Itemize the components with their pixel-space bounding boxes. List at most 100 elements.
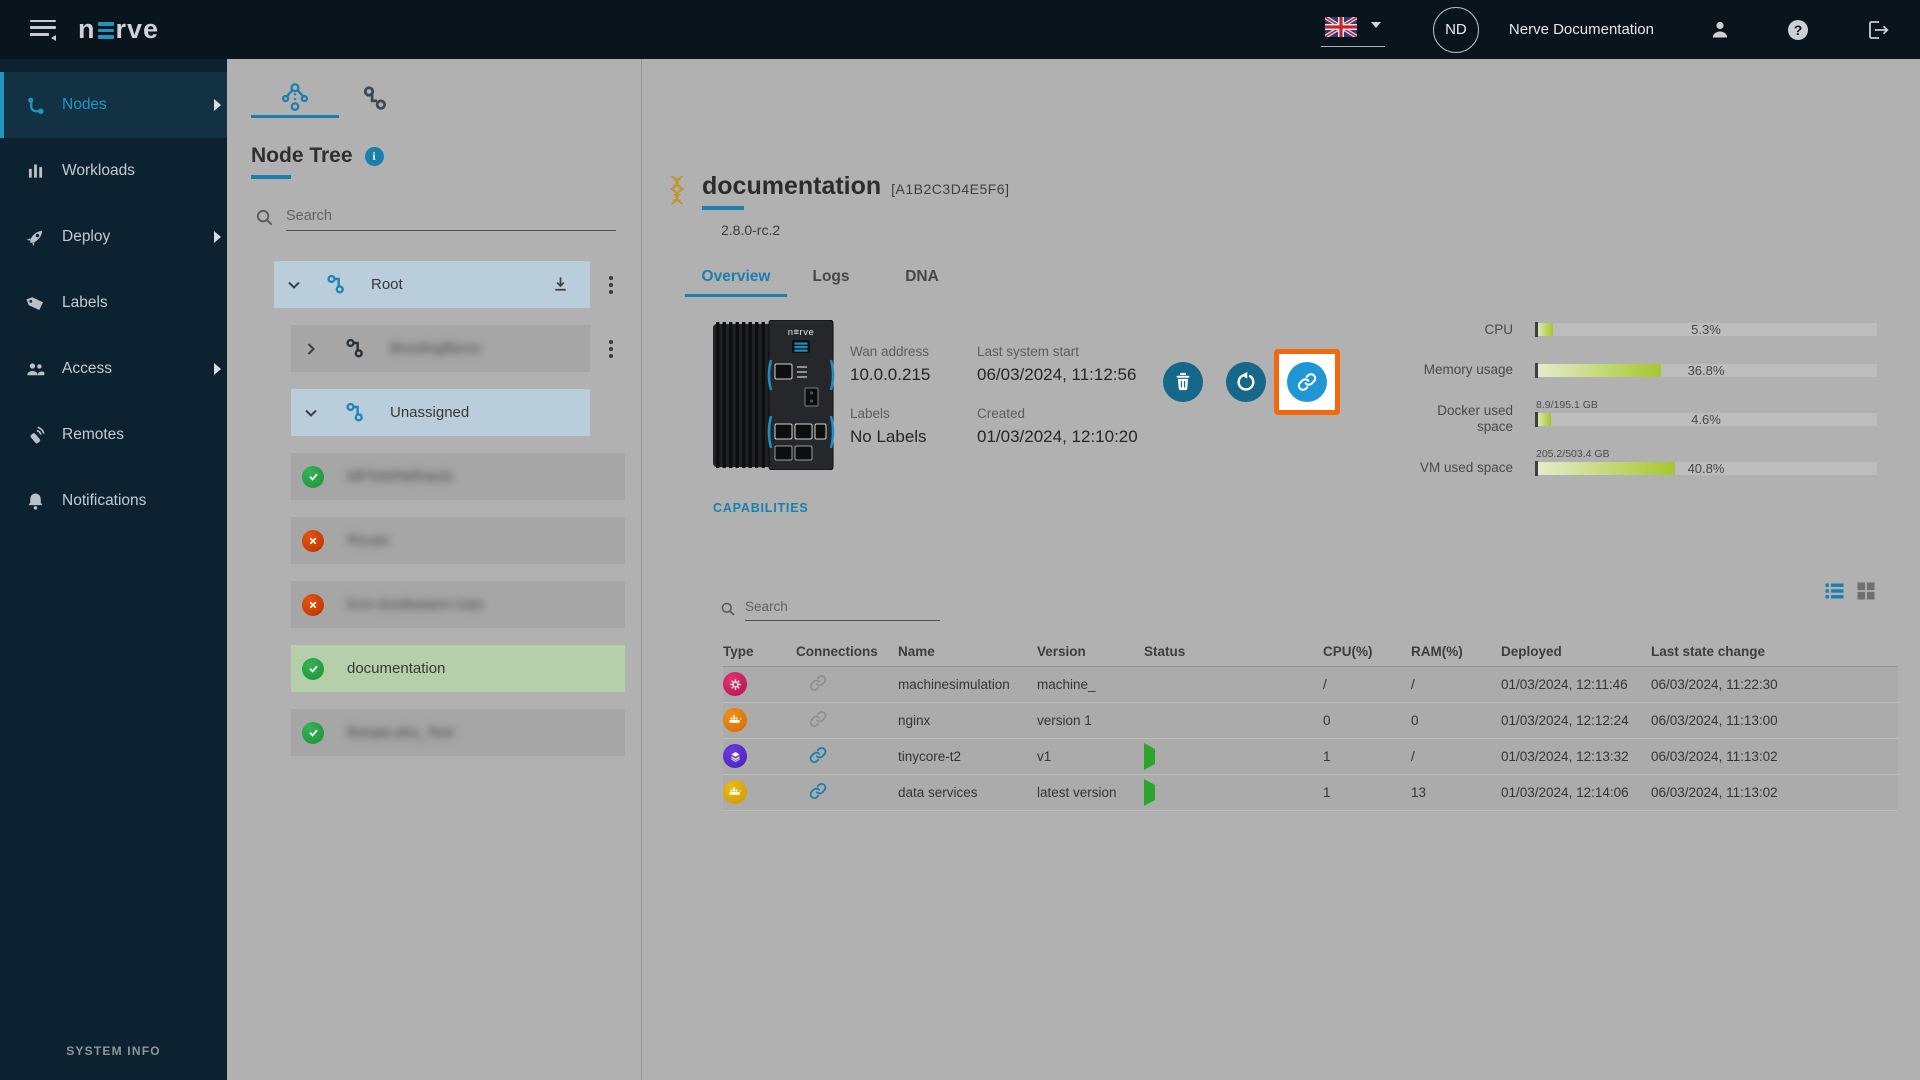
tree-row-node[interactable]: BanjaLuka_Test bbox=[291, 709, 625, 756]
node-title: documentation bbox=[702, 172, 882, 200]
avatar-initials: ND bbox=[1445, 21, 1467, 38]
workload-last-state: 06/03/2024, 11:22:30 bbox=[1651, 676, 1778, 692]
workload-version: v1 bbox=[1037, 748, 1052, 764]
tab-node-list-view[interactable] bbox=[339, 80, 409, 118]
user-avatar[interactable]: ND bbox=[1432, 6, 1479, 53]
tree-node-label: BanjaLuka_Test bbox=[347, 724, 454, 741]
list-view-toggle[interactable] bbox=[1825, 582, 1844, 600]
tree-node-label: Rsvan bbox=[347, 532, 390, 549]
stat-memory: Memory usage 36.8% bbox=[1418, 362, 1877, 378]
col-name: Name bbox=[898, 644, 935, 659]
field-label: Last system start bbox=[977, 343, 1080, 359]
kebab-menu-icon[interactable] bbox=[607, 274, 615, 296]
stat-sub-value: 205.2/503.4 GB bbox=[1536, 447, 1610, 460]
system-info-link[interactable]: SYSTEM INFO bbox=[0, 1044, 227, 1058]
sidebar-item-deploy[interactable]: Deploy bbox=[0, 204, 227, 270]
delete-node-button[interactable] bbox=[1163, 361, 1203, 402]
capabilities-link[interactable]: CAPABILITIES bbox=[713, 501, 835, 515]
field-created: Created 01/03/2024, 12:10:20 bbox=[977, 406, 1147, 447]
node-offline-icon bbox=[302, 593, 324, 616]
stat-docker-space: Docker used space 8.9/195.1 GB 4.6% bbox=[1418, 399, 1877, 435]
tree-node-label: Root bbox=[371, 276, 403, 293]
vm-workload-icon bbox=[723, 744, 747, 768]
sidebar-item-nodes[interactable]: Nodes bbox=[0, 72, 227, 138]
sidebar-item-labels[interactable]: Labels bbox=[0, 270, 227, 336]
node-version: 2.8.0-rc.2 bbox=[721, 221, 781, 238]
chevron-down-icon[interactable] bbox=[283, 274, 305, 296]
table-row[interactable]: data services latest version 1 13 01/03/… bbox=[723, 774, 1898, 811]
field-label: Created bbox=[977, 405, 1026, 421]
node-tree-search-input[interactable] bbox=[286, 206, 616, 231]
collapse-all-icon[interactable] bbox=[551, 275, 570, 294]
tab-dna[interactable]: DNA bbox=[875, 268, 969, 297]
profile-button[interactable] bbox=[1708, 18, 1732, 42]
tree-row-node[interactable]: Rsvan bbox=[291, 517, 625, 564]
chevron-right-icon[interactable] bbox=[300, 338, 322, 360]
tab-node-tree-view[interactable] bbox=[251, 80, 339, 118]
connection-link-icon[interactable] bbox=[808, 709, 828, 732]
logo-text-pre: n bbox=[78, 14, 96, 44]
nerve-logo: n rve bbox=[78, 14, 159, 45]
workload-version: version 1 bbox=[1037, 712, 1092, 728]
menu-toggle-icon[interactable] bbox=[30, 19, 56, 41]
tree-row-node[interactable]: kvm bookwaern ivan bbox=[291, 581, 625, 628]
sidebar: Nodes Workloads Deploy Labels Access Rem… bbox=[0, 59, 227, 1080]
workload-search-input[interactable] bbox=[745, 596, 940, 621]
page-title: Node Tree bbox=[251, 144, 353, 167]
tab-logs[interactable]: Logs bbox=[787, 268, 875, 297]
table-row[interactable]: machinesimulation machine_ / / 01/03/202… bbox=[723, 666, 1898, 703]
workloads-icon bbox=[25, 161, 46, 182]
remote-connection-button[interactable] bbox=[1287, 361, 1327, 402]
stat-vm-space: VM used space 205.2/503.4 GB 40.8% bbox=[1418, 448, 1877, 476]
connection-link-icon[interactable] bbox=[808, 673, 828, 696]
kebab-menu-icon[interactable] bbox=[607, 338, 615, 360]
sidebar-label: Workloads bbox=[62, 162, 135, 179]
tree-row-root[interactable]: Root bbox=[274, 261, 590, 308]
workload-name: nginx bbox=[898, 712, 931, 728]
tree-row-hidden-group[interactable]: Breslingfleros bbox=[291, 325, 590, 372]
workload-cpu: 0 bbox=[1323, 712, 1331, 728]
tree-row-documentation[interactable]: documentation bbox=[291, 645, 625, 692]
help-button[interactable]: ? bbox=[1786, 18, 1810, 42]
language-selector[interactable] bbox=[1320, 13, 1385, 47]
field-last-system-start: Last system start 06/03/2024, 11:12:56 bbox=[977, 344, 1147, 385]
info-icon[interactable]: i bbox=[364, 146, 384, 166]
chevron-down-icon[interactable] bbox=[300, 402, 322, 424]
workload-name: machinesimulation bbox=[898, 676, 1010, 692]
stat-cpu: CPU 5.3% bbox=[1418, 322, 1877, 338]
bell-icon bbox=[25, 491, 46, 512]
stat-value: 4.6% bbox=[1691, 411, 1721, 427]
tree-row-node[interactable]: MFNWIN0hauls bbox=[291, 453, 625, 500]
docker-workload-icon bbox=[723, 708, 747, 732]
highlight-box bbox=[1274, 348, 1340, 415]
sidebar-item-access[interactable]: Access bbox=[0, 336, 227, 402]
workload-cpu: 1 bbox=[1323, 748, 1331, 764]
logo-e-bars bbox=[97, 22, 114, 39]
workload-last-state: 06/03/2024, 11:13:02 bbox=[1651, 748, 1778, 764]
col-version: Version bbox=[1037, 644, 1086, 659]
reboot-node-button[interactable] bbox=[1226, 361, 1266, 402]
tree-node-label: kvm bookwaern ivan bbox=[347, 596, 484, 613]
table-row[interactable]: tinycore-t2 v1 1 / 01/03/2024, 12:13:32 … bbox=[723, 738, 1898, 775]
col-type: Type bbox=[723, 644, 754, 659]
sidebar-item-remotes[interactable]: Remotes bbox=[0, 402, 227, 468]
expand-arrow-icon bbox=[214, 363, 221, 375]
stat-label: VM used space bbox=[1419, 460, 1513, 476]
title-underline bbox=[251, 175, 291, 179]
logout-button[interactable] bbox=[1864, 18, 1890, 42]
workload-ram: / bbox=[1411, 676, 1415, 692]
sidebar-label: Notifications bbox=[62, 492, 147, 509]
sidebar-item-notifications[interactable]: Notifications bbox=[0, 468, 227, 534]
workload-version: latest version bbox=[1037, 784, 1117, 800]
connection-link-icon[interactable] bbox=[808, 781, 828, 804]
sidebar-item-workloads[interactable]: Workloads bbox=[0, 138, 227, 204]
node-group-icon bbox=[346, 338, 363, 358]
connection-link-icon[interactable] bbox=[808, 745, 828, 768]
stat-bar: 36.8% bbox=[1535, 362, 1877, 378]
table-row[interactable]: nginx version 1 0 0 01/03/2024, 12:12:24… bbox=[723, 702, 1898, 739]
tab-overview[interactable]: Overview bbox=[685, 268, 787, 297]
field-value: 01/03/2024, 12:10:20 bbox=[977, 426, 1138, 446]
dna-gold-icon bbox=[669, 175, 685, 205]
grid-view-toggle[interactable] bbox=[1857, 582, 1875, 600]
tree-row-unassigned[interactable]: Unassigned bbox=[291, 389, 590, 436]
